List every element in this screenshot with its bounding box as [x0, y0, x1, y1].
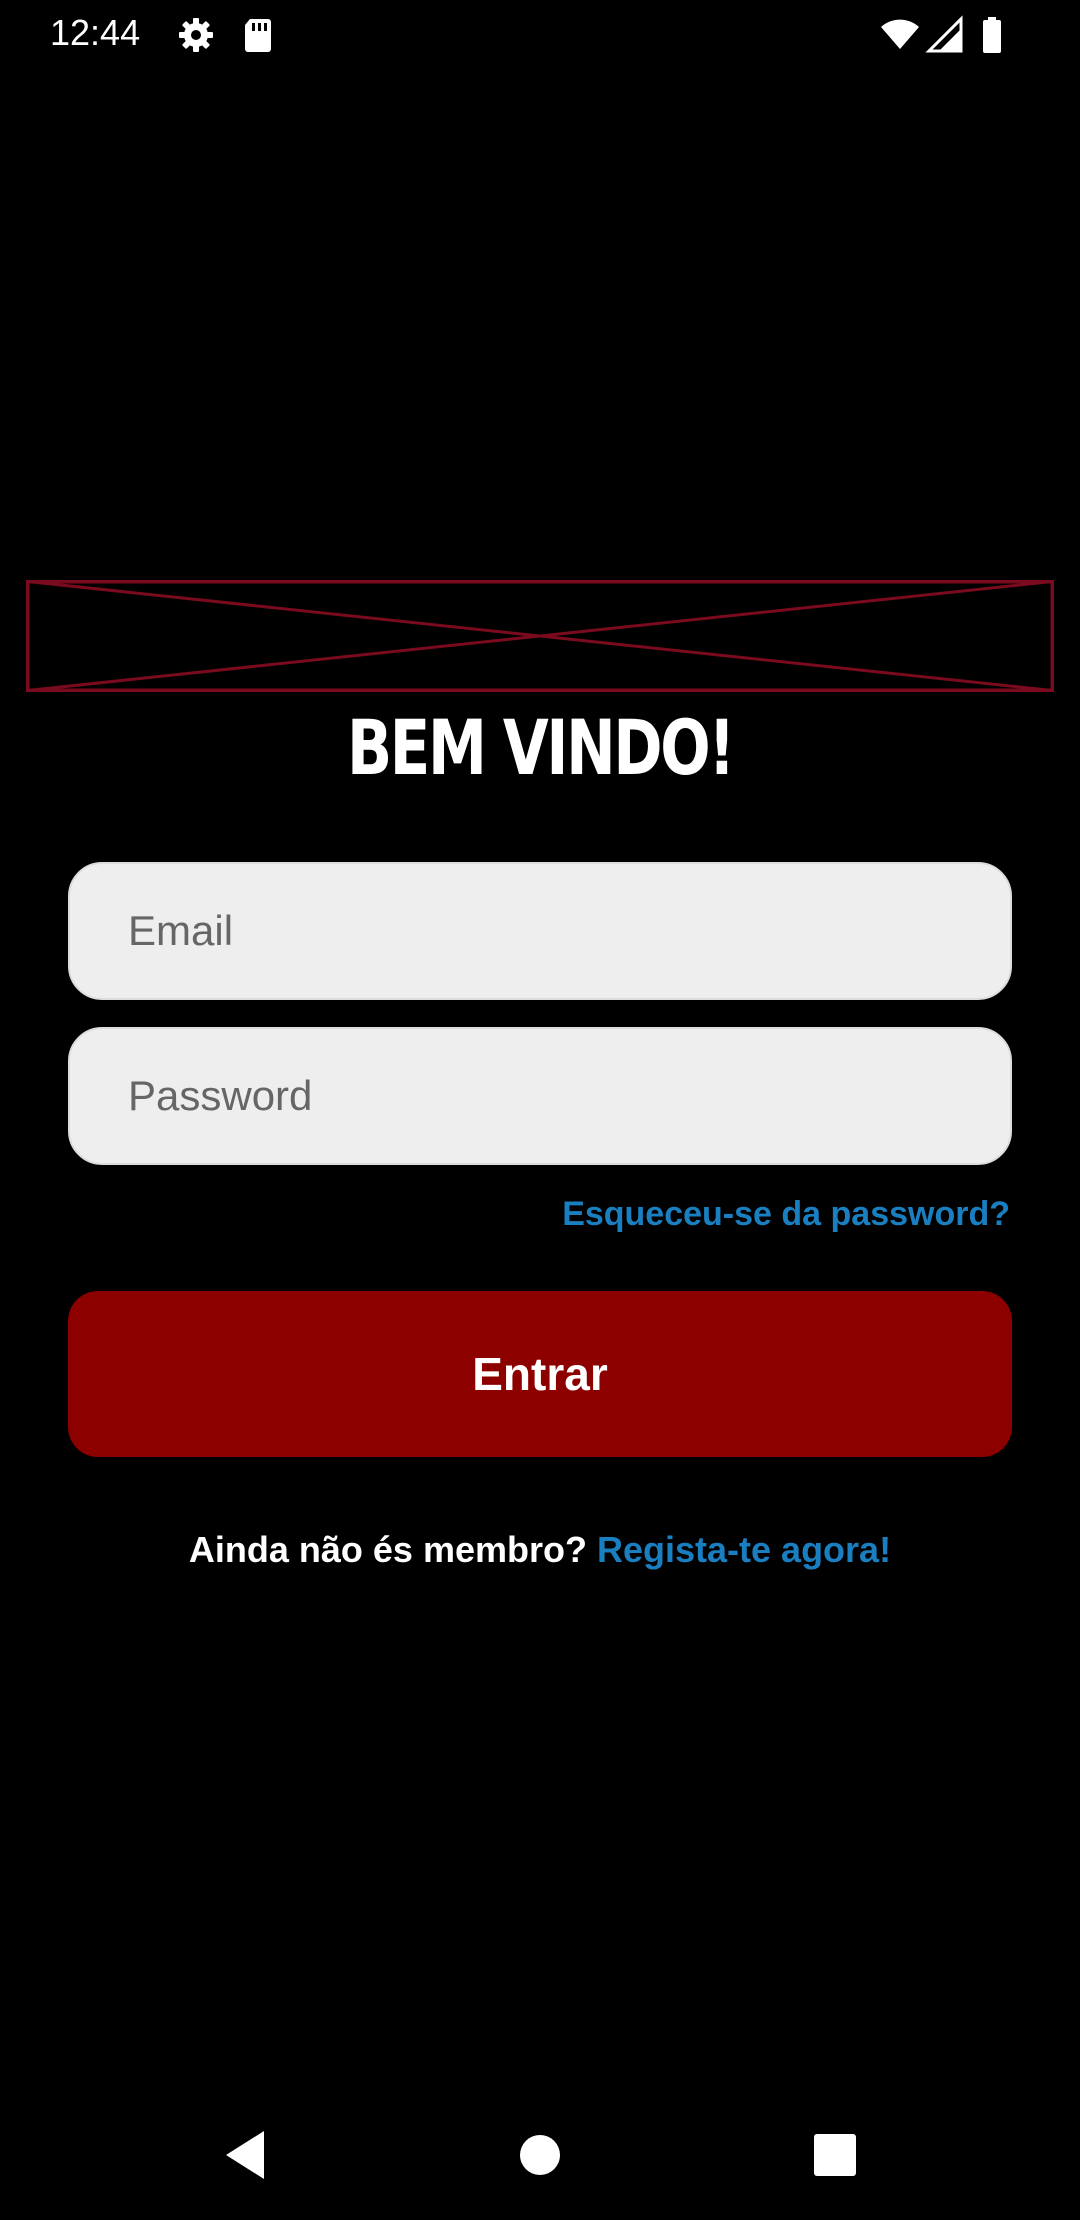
register-line: Ainda não és membro? Regista-te agora!	[0, 1522, 1080, 1578]
recents-icon[interactable]	[795, 2115, 875, 2195]
password-field[interactable]	[70, 1029, 1010, 1163]
email-field-container	[68, 862, 1012, 1000]
login-button[interactable]: Entrar	[68, 1291, 1012, 1457]
navigation-bar	[0, 2090, 1080, 2220]
wifi-icon	[880, 15, 920, 55]
home-icon[interactable]	[500, 2115, 580, 2195]
logo-image	[25, 579, 1055, 693]
password-field-container	[68, 1027, 1012, 1165]
register-link[interactable]: Regista-te agora!	[597, 1529, 891, 1570]
back-icon[interactable]	[206, 2115, 286, 2195]
gear-icon	[176, 15, 216, 55]
battery-icon	[972, 15, 1012, 55]
register-prompt: Ainda não és membro?	[188, 1529, 587, 1570]
email-field[interactable]	[70, 864, 1010, 998]
status-bar: 12:44	[0, 0, 1080, 66]
status-time: 12:44	[50, 12, 141, 53]
cell-signal-icon	[925, 15, 965, 55]
welcome-title: BEM VINDO!	[346, 703, 735, 792]
sd-card-icon	[238, 15, 278, 55]
forgot-password-link[interactable]: Esqueceu-se da password?	[562, 1188, 1010, 1240]
